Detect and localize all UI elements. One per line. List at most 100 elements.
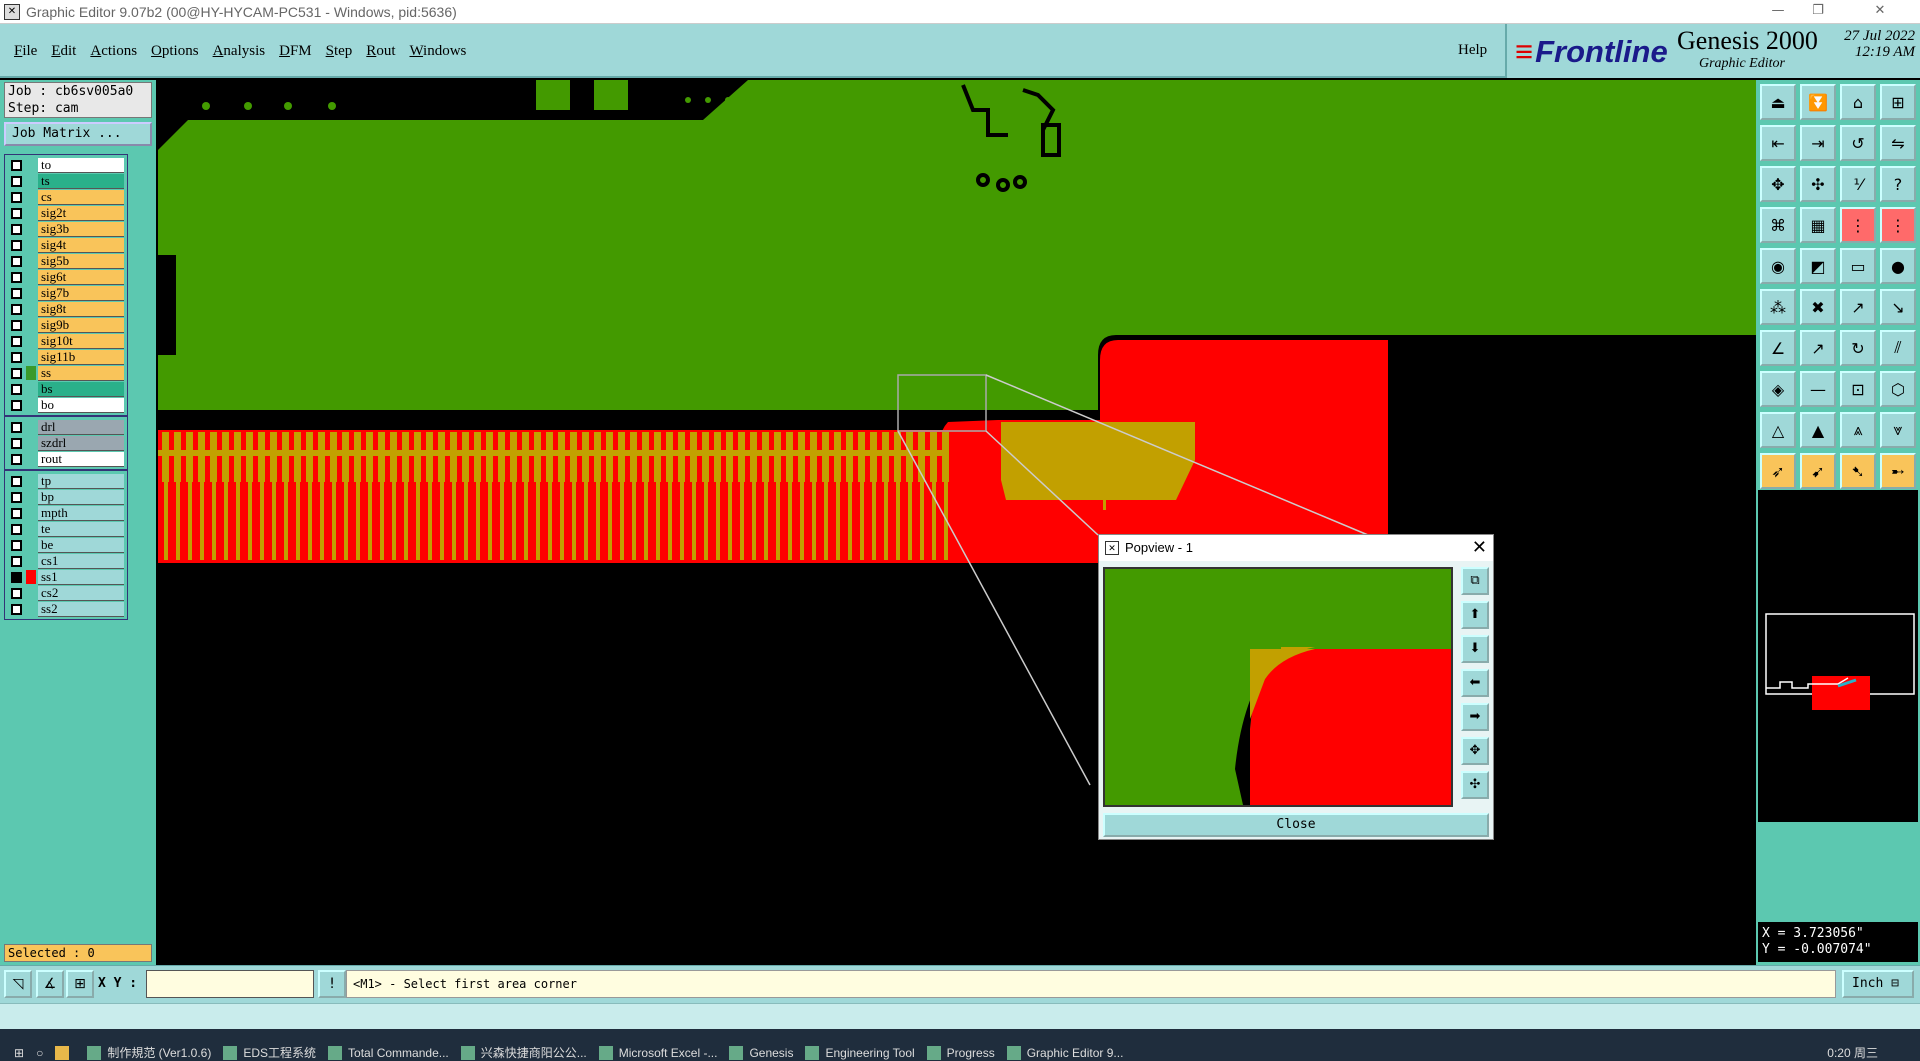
layer-name[interactable]: bo [38, 397, 124, 413]
popview-zoom-out-button[interactable]: ✣ [1461, 771, 1489, 799]
board-graphics[interactable] [158, 80, 1756, 965]
graphic-canvas[interactable]: ✕ Popview - 1 ✕ ⧉ ⬆ ⬇ ⬅ ➡ ✥ ✣ Close [158, 80, 1756, 965]
layer-row-cs1[interactable]: cs1 [5, 553, 127, 569]
taskbar-item[interactable]: 制作規范 (Ver1.0.6) [87, 1045, 211, 1061]
tool-button-icon[interactable]: ⌂ [1840, 84, 1876, 120]
tool-button-icon[interactable]: ➸ [1880, 453, 1916, 489]
menu-windows[interactable]: Windows [409, 43, 466, 60]
layer-checkbox[interactable] [11, 239, 22, 251]
layer-name[interactable]: ts [38, 173, 124, 189]
layer-checkbox[interactable] [11, 367, 22, 379]
taskbar-item[interactable]: Graphic Editor 9... [1006, 1045, 1123, 1061]
layer-row-bo[interactable]: bo [5, 397, 127, 413]
layer-checkbox[interactable] [11, 351, 22, 363]
layer-name[interactable]: szdrl [38, 435, 124, 451]
layer-checkbox[interactable] [11, 159, 22, 171]
menu-step[interactable]: Step [326, 43, 353, 60]
taskbar-item[interactable]: Engineering Tool [805, 1045, 915, 1061]
layer-row-be[interactable]: be [5, 537, 127, 553]
layer-name[interactable]: ss2 [38, 601, 124, 617]
tool-button-icon[interactable]: ⋮ [1840, 207, 1876, 243]
taskbar-item[interactable]: EDS工程系统 [223, 1045, 316, 1061]
tool-button-icon[interactable]: ⌘ [1760, 207, 1796, 243]
layer-checkbox[interactable] [11, 191, 22, 203]
layer-checkbox[interactable] [11, 255, 22, 267]
tool-button-icon[interactable]: ➷ [1840, 453, 1876, 489]
layer-row-sig5b[interactable]: sig5b [5, 253, 127, 269]
units-select[interactable]: Inch ⊟ [1842, 970, 1914, 998]
measure-mode-icon[interactable]: ∡ [36, 970, 64, 998]
tool-button-icon[interactable]: ⇋ [1880, 125, 1916, 161]
layer-checkbox[interactable] [11, 335, 22, 347]
layer-name[interactable]: rout [38, 451, 124, 467]
layer-row-ss1[interactable]: ss1 [5, 569, 127, 585]
layer-name[interactable]: be [38, 537, 124, 553]
layer-checkbox[interactable] [11, 523, 22, 535]
layer-row-sig6t[interactable]: sig6t [5, 269, 127, 285]
layer-checkbox[interactable] [11, 175, 22, 187]
layer-name[interactable]: sig6t [38, 269, 124, 285]
tool-button-icon[interactable]: ? [1880, 166, 1916, 202]
info-icon[interactable]: ! [318, 970, 346, 998]
tool-button-icon[interactable]: ⊞ [1880, 84, 1916, 120]
layer-name[interactable]: mpth [38, 505, 124, 521]
tool-button-icon[interactable]: ⩓ [1840, 412, 1876, 448]
layer-row-ss[interactable]: ss [5, 365, 127, 381]
layer-row-ts[interactable]: ts [5, 173, 127, 189]
layer-row-sig2t[interactable]: sig2t [5, 205, 127, 221]
tool-button-icon[interactable]: ↗ [1800, 330, 1836, 366]
layer-row-to[interactable]: to [5, 157, 127, 173]
tool-button-icon[interactable]: ✣ [1800, 166, 1836, 202]
layer-checkbox[interactable] [11, 319, 22, 331]
layer-row-tp[interactable]: tp [5, 473, 127, 489]
layer-checkbox[interactable] [11, 491, 22, 503]
layer-row-cs[interactable]: cs [5, 189, 127, 205]
taskbar-item[interactable]: Microsoft Excel -... [598, 1045, 717, 1061]
layer-name[interactable]: sig5b [38, 253, 124, 269]
popview-zoom-in-button[interactable]: ✥ [1461, 737, 1489, 765]
tool-button-icon[interactable]: ⩔ [1880, 412, 1916, 448]
explorer-icon[interactable] [55, 1045, 75, 1061]
layer-checkbox[interactable] [11, 539, 22, 551]
layer-checkbox[interactable] [11, 437, 22, 449]
layer-checkbox[interactable] [11, 271, 22, 283]
layer-name[interactable]: sig9b [38, 317, 124, 333]
tool-button-icon[interactable]: ✖ [1800, 289, 1836, 325]
layer-checkbox[interactable] [11, 383, 22, 395]
tool-button-icon[interactable]: ⫽ [1880, 330, 1916, 366]
layer-checkbox[interactable] [11, 571, 22, 583]
layer-name[interactable]: cs1 [38, 553, 124, 569]
tool-button-icon[interactable]: ◉ [1760, 248, 1796, 284]
layer-checkbox[interactable] [11, 475, 22, 487]
layer-row-sig9b[interactable]: sig9b [5, 317, 127, 333]
menu-analysis[interactable]: Analysis [213, 43, 266, 60]
menu-options[interactable]: Options [151, 43, 199, 60]
popview-pan-down-button[interactable]: ⬇ [1461, 635, 1489, 663]
menu-file[interactable]: File [14, 43, 37, 60]
layer-checkbox[interactable] [11, 421, 22, 433]
layer-name[interactable]: sig7b [38, 285, 124, 301]
menu-edit[interactable]: Edit [51, 43, 76, 60]
layer-row-sig8t[interactable]: sig8t [5, 301, 127, 317]
tool-button-icon[interactable]: ⁂ [1760, 289, 1796, 325]
layer-row-bs[interactable]: bs [5, 381, 127, 397]
layer-name[interactable]: drl [38, 419, 124, 435]
popview-close-icon[interactable]: ✕ [1472, 535, 1487, 561]
popview-window[interactable]: ✕ Popview - 1 ✕ ⧉ ⬆ ⬇ ⬅ ➡ ✥ ✣ Close [1098, 534, 1494, 840]
menu-dfm[interactable]: DFM [279, 43, 312, 60]
tool-button-icon[interactable]: ⋮ [1880, 207, 1916, 243]
layer-checkbox[interactable] [11, 223, 22, 235]
tool-button-icon[interactable]: ↻ [1840, 330, 1876, 366]
menu-actions[interactable]: Actions [90, 43, 137, 60]
grid-mode-icon[interactable]: ⊞ [66, 970, 94, 998]
tool-button-icon[interactable]: ⬡ [1880, 371, 1916, 407]
layer-row-sig10t[interactable]: sig10t [5, 333, 127, 349]
layer-row-sig3b[interactable]: sig3b [5, 221, 127, 237]
tool-button-icon[interactable]: ✥ [1760, 166, 1796, 202]
layer-name[interactable]: to [38, 157, 124, 173]
menu-help[interactable]: Help [1458, 42, 1487, 59]
layer-row-drl[interactable]: drl [5, 419, 127, 435]
snap-mode-icon[interactable]: ◹ [4, 970, 32, 998]
tool-button-icon[interactable]: ◈ [1760, 371, 1796, 407]
popview-pan-right-button[interactable]: ➡ [1461, 703, 1489, 731]
